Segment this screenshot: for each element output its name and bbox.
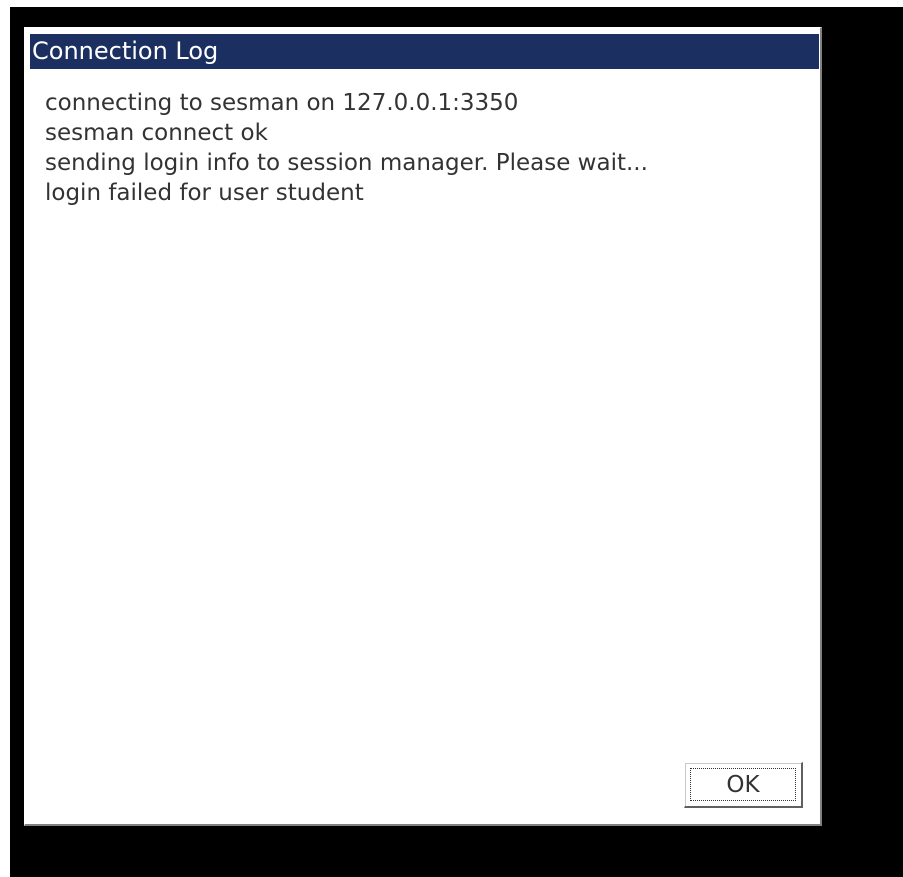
log-line: login failed for user student (45, 180, 364, 206)
dialog-titlebar[interactable]: Connection Log (30, 34, 819, 69)
log-line: sesman connect ok (45, 120, 268, 146)
connection-log-dialog: Connection Log connecting to sesman on 1… (24, 27, 822, 826)
log-line: sending login info to session manager. P… (45, 150, 648, 176)
ok-button[interactable]: OK (684, 762, 803, 808)
ok-button-focus-ring: OK (690, 768, 796, 801)
ok-button-label: OK (726, 771, 760, 798)
dialog-title: Connection Log (32, 37, 219, 65)
log-line: connecting to sesman on 127.0.0.1:3350 (45, 90, 519, 116)
connection-log-text: connecting to sesman on 127.0.0.1:3350 s… (45, 88, 805, 208)
